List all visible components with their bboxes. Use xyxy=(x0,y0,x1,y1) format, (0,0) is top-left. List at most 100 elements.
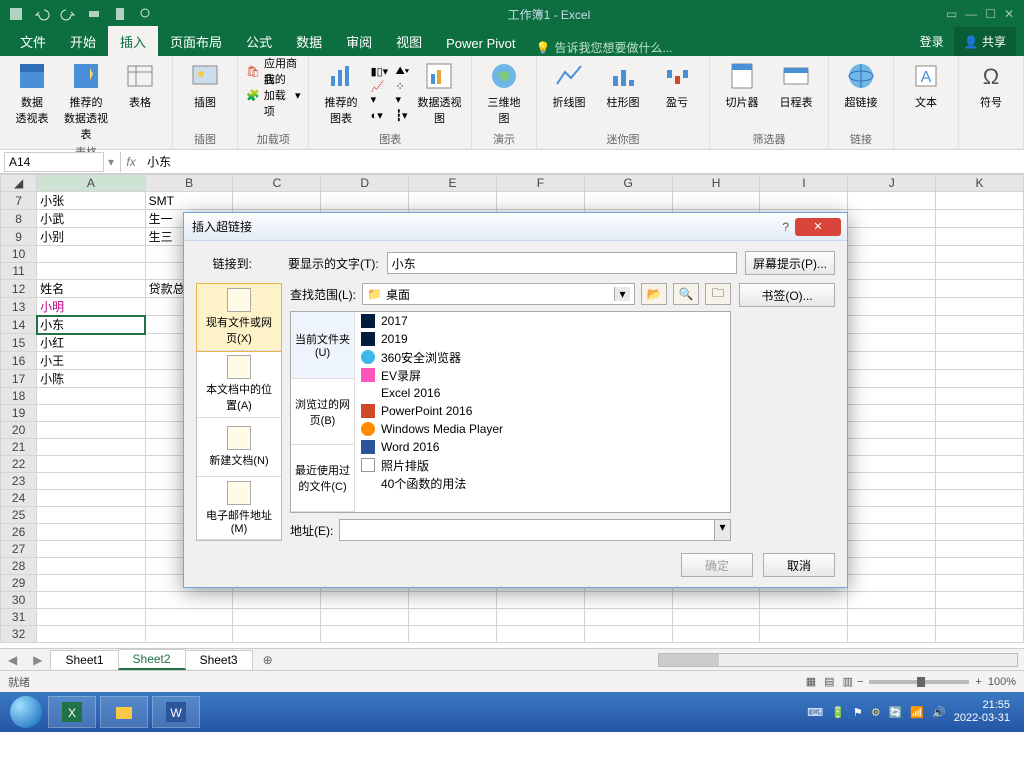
cell[interactable] xyxy=(37,524,146,541)
cell[interactable]: 小陈 xyxy=(37,370,146,388)
cell[interactable] xyxy=(760,626,848,643)
zoom-value[interactable]: 100% xyxy=(988,676,1016,688)
hyperlink-button[interactable]: 超链接 xyxy=(837,60,885,110)
row-header[interactable]: 17 xyxy=(1,370,37,388)
row-header[interactable]: 20 xyxy=(1,422,37,439)
tab-home[interactable]: 开始 xyxy=(58,26,108,56)
linkto-email[interactable]: 电子邮件地址(M) xyxy=(197,477,281,540)
cell[interactable] xyxy=(233,192,321,210)
cell[interactable] xyxy=(848,422,936,439)
symbols-button[interactable]: Ω符号 xyxy=(967,60,1015,110)
ribbon-options-icon[interactable]: ▭ xyxy=(946,7,957,21)
pivot-table-button[interactable]: 数据 透视表 xyxy=(8,60,56,126)
slicer-button[interactable]: 切片器 xyxy=(718,60,766,110)
list-item[interactable]: Windows Media Player xyxy=(355,420,730,438)
row-header[interactable]: 15 xyxy=(1,334,37,352)
cell[interactable] xyxy=(936,507,1024,524)
col-A[interactable]: A xyxy=(37,175,146,192)
sheet-tab-3[interactable]: Sheet3 xyxy=(185,650,253,669)
cell[interactable] xyxy=(936,298,1024,316)
cell[interactable] xyxy=(936,524,1024,541)
cell[interactable] xyxy=(848,490,936,507)
cell[interactable] xyxy=(145,592,233,609)
chart-stock-icon[interactable]: ┇▾ xyxy=(395,104,409,126)
row-header[interactable]: 28 xyxy=(1,558,37,575)
row-header[interactable]: 27 xyxy=(1,541,37,558)
table-button[interactable]: 表格 xyxy=(116,60,164,110)
dialog-titlebar[interactable]: 插入超链接 ? ✕ xyxy=(184,213,847,241)
print-icon[interactable] xyxy=(86,6,102,22)
row-header[interactable]: 30 xyxy=(1,592,37,609)
cell[interactable] xyxy=(584,609,672,626)
cell[interactable] xyxy=(37,626,146,643)
linkto-place[interactable]: 本文档中的位置(A) xyxy=(197,351,281,418)
row-header[interactable]: 12 xyxy=(1,280,37,298)
cell[interactable] xyxy=(936,263,1024,280)
cancel-button[interactable]: 取消 xyxy=(763,553,835,577)
cell[interactable] xyxy=(936,228,1024,246)
bookmark-button[interactable]: 书签(O)... xyxy=(739,283,835,307)
cell[interactable] xyxy=(37,609,146,626)
row-header[interactable]: 22 xyxy=(1,456,37,473)
save-icon[interactable] xyxy=(8,6,24,22)
add-sheet-icon[interactable]: ⊕ xyxy=(258,653,278,667)
address-input[interactable]: ▾ xyxy=(339,519,731,541)
cell[interactable]: 小王 xyxy=(37,352,146,370)
browse-file-button[interactable]: 🗀 xyxy=(705,283,731,305)
cell[interactable] xyxy=(37,490,146,507)
row-header[interactable]: 29 xyxy=(1,575,37,592)
tab-file[interactable]: 文件 xyxy=(8,26,58,56)
tray-network-icon[interactable]: 📶 xyxy=(910,706,924,719)
redo-icon[interactable] xyxy=(60,6,76,22)
signin-link[interactable]: 登录 xyxy=(910,27,954,56)
cell[interactable] xyxy=(936,490,1024,507)
row-header[interactable]: 9 xyxy=(1,228,37,246)
cell[interactable] xyxy=(848,439,936,456)
cell[interactable] xyxy=(936,246,1024,263)
chevron-down-icon[interactable]: ▾ xyxy=(714,520,730,540)
formula-input[interactable] xyxy=(141,152,1024,172)
cell[interactable]: 小红 xyxy=(37,334,146,352)
col-H[interactable]: H xyxy=(672,175,760,192)
cell[interactable] xyxy=(672,626,760,643)
sheet-nav-prev-icon[interactable]: ◀ xyxy=(0,653,25,667)
cell[interactable] xyxy=(37,263,146,280)
cell[interactable] xyxy=(37,456,146,473)
row-header[interactable]: 23 xyxy=(1,473,37,490)
cell[interactable] xyxy=(37,388,146,405)
col-I[interactable]: I xyxy=(760,175,848,192)
cell[interactable] xyxy=(37,439,146,456)
recommended-charts-button[interactable]: 推荐的 图表 xyxy=(317,60,364,126)
cell[interactable] xyxy=(936,280,1024,298)
cell[interactable] xyxy=(672,609,760,626)
cell[interactable] xyxy=(37,558,146,575)
cell[interactable] xyxy=(37,422,146,439)
cell[interactable] xyxy=(233,609,321,626)
dialog-close-button[interactable]: ✕ xyxy=(795,218,841,236)
cell[interactable] xyxy=(848,524,936,541)
tray-action-icon[interactable]: ⚑ xyxy=(853,706,863,719)
cell[interactable] xyxy=(145,609,233,626)
start-button[interactable] xyxy=(6,692,46,732)
name-box[interactable] xyxy=(4,152,104,172)
maximize-icon[interactable]: ☐ xyxy=(985,7,996,21)
screentip-button[interactable]: 屏幕提示(P)... xyxy=(745,251,835,275)
cell[interactable]: 小别 xyxy=(37,228,146,246)
cell[interactable] xyxy=(936,352,1024,370)
cell[interactable] xyxy=(848,192,936,210)
browse-tab-recent[interactable]: 最近使用过的文件(C) xyxy=(291,445,354,512)
ok-button[interactable]: 确定 xyxy=(681,553,753,577)
tray-sync-icon[interactable]: 🔄 xyxy=(889,706,903,719)
row-header[interactable]: 21 xyxy=(1,439,37,456)
cell[interactable] xyxy=(584,626,672,643)
list-item[interactable]: 40个函数的用法 xyxy=(355,474,730,492)
tray-date[interactable]: 2022-03-31 xyxy=(954,712,1010,725)
list-item[interactable]: EV录屏 xyxy=(355,366,730,384)
taskbar-explorer-icon[interactable] xyxy=(100,696,148,728)
cell[interactable] xyxy=(321,192,409,210)
cell[interactable]: 姓名 xyxy=(37,280,146,298)
cell[interactable] xyxy=(496,192,584,210)
cell[interactable] xyxy=(936,558,1024,575)
browse-web-button[interactable]: 🔍 xyxy=(673,283,699,305)
list-item[interactable]: 360安全浏览器 xyxy=(355,348,730,366)
